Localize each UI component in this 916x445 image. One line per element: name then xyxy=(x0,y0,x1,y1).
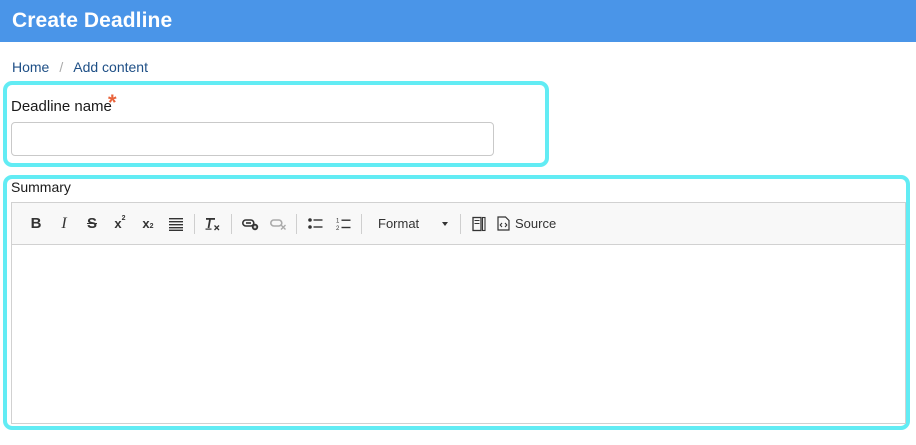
numbered-list-button[interactable]: 1 2 xyxy=(329,211,357,237)
toolbar-separator xyxy=(296,213,297,234)
link-icon xyxy=(241,218,258,230)
link-button[interactable] xyxy=(236,211,264,237)
unlink-button[interactable] xyxy=(264,211,292,237)
editor-toolbar: B I S x2 x2 1 2 Format Source xyxy=(12,203,905,245)
toolbar-separator xyxy=(361,213,362,234)
remove-format-icon xyxy=(205,217,220,230)
bold-button[interactable]: B xyxy=(22,211,50,237)
remove-format-button[interactable] xyxy=(199,211,227,237)
summary-editor: B I S x2 x2 1 2 Format Source xyxy=(11,202,906,424)
summary-label: Summary xyxy=(11,179,71,195)
numbered-list-icon: 1 2 xyxy=(336,218,350,231)
breadcrumb-add-content-link[interactable]: Add content xyxy=(73,59,148,75)
italic-button[interactable]: I xyxy=(50,211,78,237)
strikethrough-button[interactable]: S xyxy=(78,211,106,237)
page-header: Create Deadline xyxy=(0,0,916,42)
blockquote-button[interactable] xyxy=(162,211,190,237)
subscript-button[interactable]: x2 xyxy=(134,211,162,237)
bulleted-list-button[interactable] xyxy=(301,211,329,237)
source-icon xyxy=(497,216,510,231)
bulleted-list-icon xyxy=(307,218,322,229)
breadcrumb: Home / Add content xyxy=(12,59,148,75)
source-button[interactable]: Source xyxy=(493,211,560,237)
breadcrumb-separator: / xyxy=(59,59,64,75)
format-dropdown-label: Format xyxy=(378,216,420,231)
format-dropdown[interactable]: Format xyxy=(368,211,454,237)
summary-edit-area[interactable] xyxy=(12,246,905,424)
source-button-label: Source xyxy=(515,216,557,231)
required-icon: * xyxy=(108,90,117,115)
svg-text:1: 1 xyxy=(336,218,340,224)
deadline-name-input[interactable] xyxy=(11,122,494,156)
unlink-icon xyxy=(269,218,286,230)
page-title: Create Deadline xyxy=(12,9,173,32)
toolbar-separator xyxy=(460,213,461,234)
toolbar-separator xyxy=(194,213,195,234)
blockquote-icon xyxy=(169,217,183,231)
superscript-button[interactable]: x2 xyxy=(106,211,134,237)
toolbar-separator xyxy=(231,213,232,234)
show-blocks-button[interactable] xyxy=(465,211,493,237)
show-blocks-icon xyxy=(472,216,486,231)
breadcrumb-home-link[interactable]: Home xyxy=(12,59,49,75)
svg-text:2: 2 xyxy=(336,226,340,231)
deadline-name-label: Deadline name xyxy=(11,98,112,115)
chevron-down-icon xyxy=(442,221,448,226)
